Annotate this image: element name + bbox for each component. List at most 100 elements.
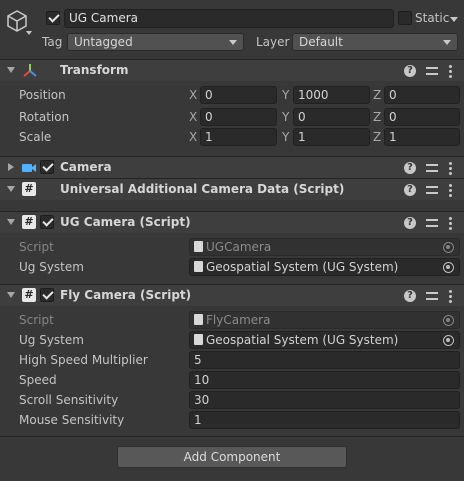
axis-y-label: Y xyxy=(282,88,290,102)
cube-dropdown-caret-icon[interactable] xyxy=(26,31,32,35)
static-checkbox[interactable] xyxy=(398,11,412,25)
transform-title: Transform xyxy=(60,63,129,77)
active-checkbox[interactable] xyxy=(46,11,60,25)
script-hash-icon: # xyxy=(22,288,36,302)
object-picker-icon[interactable] xyxy=(443,242,454,253)
position-z-field[interactable]: 0 xyxy=(384,86,460,104)
help-icon[interactable]: ? xyxy=(404,184,416,196)
script-file-icon xyxy=(194,261,203,272)
more-vertical-icon[interactable] xyxy=(448,184,452,197)
presets-icon[interactable] xyxy=(426,184,438,196)
fly-camera-title: Fly Camera (Script) xyxy=(60,288,192,302)
layer-label: Layer xyxy=(256,35,290,49)
script-hash-icon: # xyxy=(22,182,36,196)
presets-icon[interactable] xyxy=(426,290,438,302)
axis-z-label: Z xyxy=(373,88,382,102)
add-component-button[interactable]: Add Component xyxy=(117,446,347,468)
axis-x-label: X xyxy=(189,130,198,144)
scroll-sensitivity-field[interactable]: 30 xyxy=(189,391,460,409)
fly-camera-ug-system-label: Ug System xyxy=(19,333,84,347)
ug-camera-script-field[interactable]: UGCamera xyxy=(189,238,460,256)
fly-camera-ug-system-value: Geospatial System (UG System) xyxy=(206,333,399,347)
camera-title: Camera xyxy=(60,160,112,174)
speed-field[interactable]: 10 xyxy=(189,371,460,389)
layer-value: Default xyxy=(299,35,343,49)
ug-camera-script-label: Script xyxy=(19,240,54,254)
scale-z-field[interactable]: 1 xyxy=(384,128,460,146)
layer-dropdown[interactable]: Default xyxy=(292,33,458,51)
fly-camera-script-value: FlyCamera xyxy=(206,313,271,327)
axis-x-label: X xyxy=(189,88,198,102)
object-name-field[interactable]: UG Camera xyxy=(64,9,394,28)
foldout-arrow-icon[interactable] xyxy=(7,292,15,298)
script-file-icon xyxy=(194,334,203,345)
presets-icon[interactable] xyxy=(426,65,438,77)
camera-icon xyxy=(22,164,36,172)
fly-camera-script-label: Script xyxy=(19,313,54,327)
object-picker-icon[interactable] xyxy=(443,315,454,326)
transform-axes-icon xyxy=(23,64,37,77)
help-icon[interactable]: ? xyxy=(404,290,416,302)
foldout-arrow-icon[interactable] xyxy=(7,219,15,225)
axis-y-label: Y xyxy=(282,110,290,124)
speed-label: Speed xyxy=(19,373,57,387)
script-file-icon xyxy=(194,314,203,325)
ug-camera-ug-system-label: Ug System xyxy=(19,260,84,274)
ug-camera-ug-system-value: Geospatial System (UG System) xyxy=(206,260,399,274)
fly-camera-enabled-checkbox[interactable] xyxy=(40,288,54,302)
help-icon[interactable]: ? xyxy=(404,162,416,174)
help-icon[interactable]: ? xyxy=(404,65,416,77)
axis-y-label: Y xyxy=(282,130,290,144)
ug-camera-title: UG Camera (Script) xyxy=(60,215,191,229)
ug-camera-ug-system-field[interactable]: Geospatial System (UG System) xyxy=(189,258,460,276)
high-speed-multiplier-field[interactable]: 5 xyxy=(189,351,460,369)
tag-label: Tag xyxy=(42,35,63,49)
ug-camera-script-value: UGCamera xyxy=(206,240,272,254)
rotation-y-field[interactable]: 0 xyxy=(293,108,370,126)
more-vertical-icon[interactable] xyxy=(448,162,452,175)
object-picker-icon[interactable] xyxy=(443,262,454,273)
camera-enabled-checkbox[interactable] xyxy=(40,160,54,174)
ug-camera-header[interactable]: # UG Camera (Script) ? xyxy=(0,211,464,233)
scroll-sensitivity-label: Scroll Sensitivity xyxy=(19,393,119,407)
mouse-sensitivity-label: Mouse Sensitivity xyxy=(19,413,125,427)
scale-y-field[interactable]: 1 xyxy=(293,128,370,146)
camera-header[interactable]: Camera ? xyxy=(0,156,464,178)
cube-icon xyxy=(7,10,27,32)
fly-camera-ug-system-field[interactable]: Geospatial System (UG System) xyxy=(189,331,460,349)
presets-icon[interactable] xyxy=(426,217,438,229)
rotation-z-field[interactable]: 0 xyxy=(384,108,460,126)
fly-camera-header[interactable]: # Fly Camera (Script) ? xyxy=(0,284,464,306)
transform-header[interactable]: Transform ? xyxy=(0,59,464,81)
foldout-arrow-icon[interactable] xyxy=(7,186,15,192)
tag-dropdown[interactable]: Untagged xyxy=(67,33,244,51)
rotation-x-field[interactable]: 0 xyxy=(200,108,277,126)
more-vertical-icon[interactable] xyxy=(448,217,452,230)
foldout-arrow-icon[interactable] xyxy=(7,67,15,73)
position-y-field[interactable]: 1000 xyxy=(293,86,370,104)
script-file-icon xyxy=(194,241,203,252)
more-vertical-icon[interactable] xyxy=(448,65,452,78)
chevron-down-icon xyxy=(229,40,237,45)
position-x-field[interactable]: 0 xyxy=(200,86,277,104)
object-picker-icon[interactable] xyxy=(443,335,454,346)
axis-z-label: Z xyxy=(373,110,382,124)
static-dropdown-caret-icon[interactable] xyxy=(450,17,458,22)
uacd-header[interactable]: # Universal Additional Camera Data (Scri… xyxy=(0,178,464,200)
chevron-down-icon xyxy=(443,40,451,45)
script-hash-icon: # xyxy=(22,215,36,229)
uacd-title: Universal Additional Camera Data (Script… xyxy=(60,182,345,196)
static-label: Static xyxy=(415,11,450,25)
mouse-sensitivity-field[interactable]: 1 xyxy=(189,411,460,429)
fly-camera-script-field[interactable]: FlyCamera xyxy=(189,311,460,329)
more-vertical-icon[interactable] xyxy=(448,290,452,303)
presets-icon[interactable] xyxy=(426,162,438,174)
scale-label: Scale xyxy=(19,130,52,144)
ug-camera-enabled-checkbox[interactable] xyxy=(40,215,54,229)
foldout-arrow-icon[interactable] xyxy=(8,163,14,171)
scale-x-field[interactable]: 1 xyxy=(200,128,277,146)
axis-x-label: X xyxy=(189,110,198,124)
divider xyxy=(0,436,464,437)
tag-value: Untagged xyxy=(74,35,133,49)
help-icon[interactable]: ? xyxy=(404,217,416,229)
